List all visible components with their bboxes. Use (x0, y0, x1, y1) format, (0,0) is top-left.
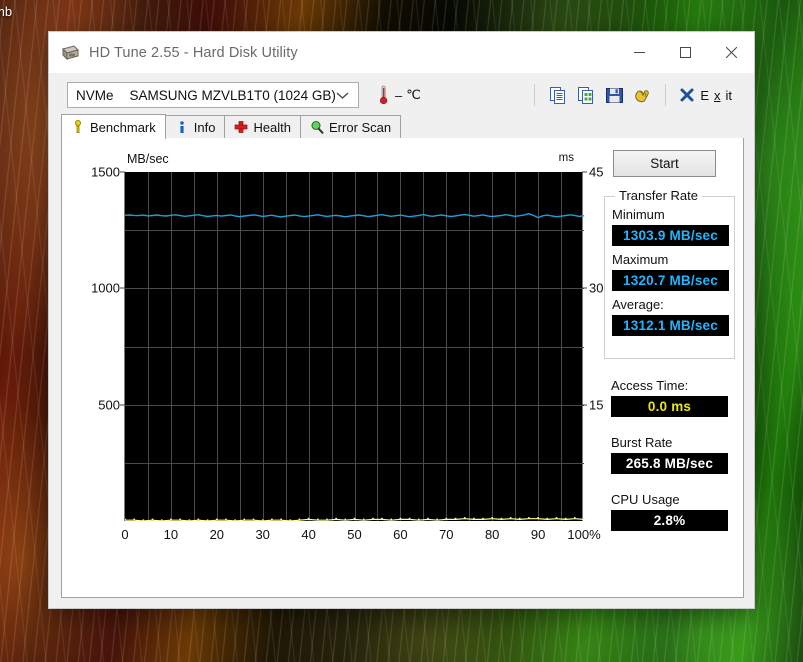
chart-x-tick: 0 (121, 527, 129, 542)
benchmark-icon (75, 119, 81, 133)
info-icon (179, 120, 184, 133)
copy-button[interactable] (544, 82, 572, 108)
chart-x-tick: 50 (347, 527, 362, 542)
tab-health-label: Health (253, 119, 292, 135)
exit-button[interactable]: Ex it (675, 85, 738, 105)
temperature-value: – (395, 87, 403, 103)
tab-health[interactable]: Health (224, 115, 302, 138)
chart-x-tick: 10 (163, 527, 179, 542)
toolbar-buttons: Ex it (525, 82, 744, 108)
tab-benchmark[interactable]: Benchmark (61, 114, 166, 139)
chart-y-axis-label: MB/sec (127, 152, 169, 166)
minimize-button[interactable] (616, 32, 662, 73)
magnifier-icon (311, 120, 324, 134)
exit-x-icon (680, 88, 694, 102)
health-cross-icon (235, 120, 248, 133)
hd-tune-window: HD Tune 2.55 - Hard Disk Utility NVMe SA… (48, 31, 755, 609)
chart-canvas (125, 172, 584, 521)
close-button[interactable] (708, 32, 754, 73)
chart-y-tick: 500 (98, 397, 120, 413)
thermometer-icon (379, 85, 388, 105)
tabstrip: Benchmark Info Health Error Scan (61, 114, 744, 139)
chevron-down-icon (336, 88, 349, 103)
minimum-label: Minimum (612, 207, 665, 222)
tab-info[interactable]: Info (164, 115, 226, 138)
average-label: Average: (612, 297, 664, 312)
chart-y2-axis-label: ms (558, 152, 574, 164)
desktop-icon-label: mb (0, 4, 13, 19)
exit-label-accel: x (714, 87, 721, 103)
chart-x-tick: 20 (209, 527, 225, 542)
benchmark-panel: MB/sec ms 500 1000 1500 15 30 45 0 10 20… (61, 138, 744, 598)
chart-y-tick: 1000 (91, 280, 120, 296)
chart-x-tick: 40 (301, 527, 316, 542)
tab-error-scan-label: Error Scan (329, 119, 392, 135)
chart-plot-area: 500 1000 1500 15 30 45 0 10 20 30 40 50 60 70 80… (91, 165, 603, 543)
settings-gloves-icon (635, 89, 649, 102)
chart-x-tick: 70 (439, 527, 454, 542)
access-time-value: 0.0 ms (611, 396, 728, 417)
transfer-rate-group: Transfer Rate Minimum 1303.9 MB/sec Maxi… (604, 188, 735, 359)
chart-gridlines (125, 172, 584, 521)
exit-label-post: it (725, 87, 733, 103)
options-button[interactable] (628, 82, 656, 108)
hard-disk-icon (62, 44, 79, 60)
burst-rate-value: 265.8 MB/sec (611, 453, 728, 474)
minimize-icon (633, 52, 645, 53)
drive-kind-label: NVMe (76, 87, 114, 103)
maximize-icon (679, 47, 691, 58)
minimum-value: 1303.9 MB/sec (612, 225, 729, 246)
window-titlebar[interactable]: HD Tune 2.55 - Hard Disk Utility (49, 32, 754, 73)
exit-label-pre: E (700, 87, 709, 103)
benchmark-chart: MB/sec ms 500 1000 1500 15 30 45 0 10 20… (87, 150, 603, 550)
chart-x-tick: 30 (255, 527, 270, 542)
window-caption-buttons (616, 32, 754, 73)
access-time-label: Access Time: (611, 378, 689, 393)
chart-x-tick: 80 (484, 527, 500, 542)
close-icon (725, 47, 737, 58)
chart-x-tick: 100% (567, 527, 601, 542)
maximize-button[interactable] (662, 32, 708, 73)
start-button-label: Start (650, 156, 679, 171)
tab-info-label: Info (193, 119, 216, 135)
drive-select[interactable]: NVMe SAMSUNG MZVLB1T0 (1024 GB) (67, 82, 359, 108)
chart-y-tick: 1500 (91, 164, 120, 180)
copy-image-icon (577, 86, 593, 104)
save-icon (605, 87, 623, 103)
maximum-value: 1320.7 MB/sec (612, 270, 729, 291)
toolbar-separator-1 (534, 84, 536, 106)
tab-benchmark-label: Benchmark (90, 119, 156, 135)
maximum-label: Maximum (612, 252, 669, 267)
transfer-rate-group-title: Transfer Rate (615, 188, 702, 203)
copy-image-button[interactable] (572, 82, 600, 108)
save-button[interactable] (600, 82, 628, 108)
chart-x-tick: 60 (393, 527, 408, 542)
start-button[interactable]: Start (613, 150, 716, 177)
burst-rate-label: Burst Rate (611, 435, 673, 450)
temperature-unit: ℃ (406, 87, 421, 102)
drive-name-label: SAMSUNG MZVLB1T0 (1024 GB) (129, 87, 336, 103)
tab-error-scan[interactable]: Error Scan (300, 115, 402, 138)
toolbar-separator-2 (665, 84, 667, 106)
temperature-display: – ℃ (377, 85, 421, 105)
chart-x-tick: 90 (530, 527, 546, 542)
results-panel: Start Transfer Rate Minimum 1303.9 MB/se… (602, 150, 737, 580)
window-client-area: NVMe SAMSUNG MZVLB1T0 (1024 GB) – ℃ E x … (61, 75, 744, 598)
cpu-usage-value: 2.8% (611, 510, 728, 531)
average-value: 1312.1 MB/sec (612, 315, 729, 336)
cpu-usage-label: CPU Usage (611, 492, 680, 507)
window-title: HD Tune 2.55 - Hard Disk Utility (89, 44, 298, 61)
toolbar: NVMe SAMSUNG MZVLB1T0 (1024 GB) – ℃ E x … (61, 75, 744, 115)
copy-icon (549, 86, 565, 104)
